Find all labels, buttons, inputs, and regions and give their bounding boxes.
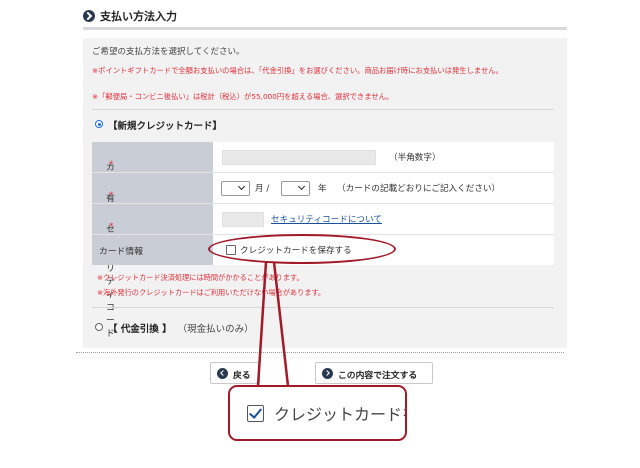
checked-checkbox-icon [247, 405, 264, 422]
zoom-callout: クレジットカードを [228, 385, 407, 441]
zoom-callout-text: クレジットカードを [274, 405, 405, 424]
